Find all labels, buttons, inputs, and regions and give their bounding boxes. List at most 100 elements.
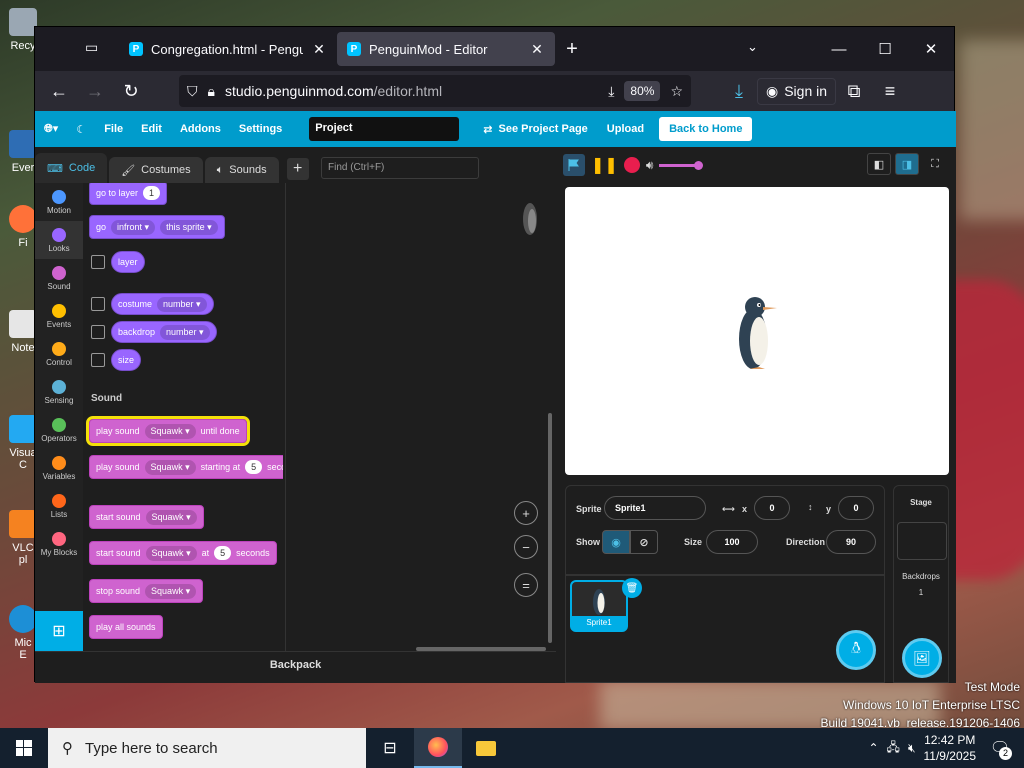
category-operators[interactable]: Operators: [35, 411, 83, 449]
size-input[interactable]: 100: [706, 530, 758, 554]
tab-costumes[interactable]: 🖌︎ Costumes: [109, 157, 203, 183]
zoom-out-icon[interactable]: −: [514, 535, 538, 559]
volume-slider[interactable]: [659, 160, 704, 170]
backpack-bar[interactable]: Backpack: [35, 651, 556, 683]
menu-icon[interactable]: ≡: [872, 75, 908, 107]
layer-checkbox[interactable]: [91, 255, 105, 269]
stop-icon[interactable]: [623, 157, 640, 173]
task-view-icon[interactable]: ⊟: [366, 728, 414, 768]
menu-settings[interactable]: Settings: [230, 123, 291, 135]
y-input[interactable]: 0: [838, 496, 874, 520]
block-play-sound-starting-at[interactable]: play sound Squawk ▾ starting at 5 seco: [89, 455, 283, 479]
forward-icon[interactable]: →: [77, 75, 113, 107]
block-start-sound-at-seconds[interactable]: start sound Squawk ▾ at 5 seconds: [89, 541, 277, 565]
category-sound[interactable]: Sound: [35, 259, 83, 297]
direction-input[interactable]: 90: [826, 530, 876, 554]
add-sprite-button[interactable]: 🐧︎: [836, 630, 876, 670]
small-stage-icon[interactable]: ◧: [867, 153, 891, 175]
tab-sounds[interactable]: 🔈︎ Sounds: [204, 157, 279, 183]
large-stage-icon[interactable]: ◨: [895, 153, 919, 175]
menu-addons[interactable]: Addons: [171, 123, 230, 135]
volume-muted-icon[interactable]: 🔇︎: [908, 741, 916, 756]
find-input[interactable]: Find (Ctrl+F): [321, 157, 479, 179]
size-checkbox[interactable]: [91, 353, 105, 367]
stage-canvas[interactable]: [565, 187, 949, 475]
block-layer-reporter[interactable]: layer: [111, 251, 145, 273]
back-to-home-button[interactable]: Back to Home: [659, 117, 753, 141]
workspace-vertical-scrollbar[interactable]: [548, 413, 552, 643]
zoom-reset-icon[interactable]: =: [514, 573, 538, 597]
extensions-icon[interactable]: ⧉: [836, 75, 872, 107]
category-events[interactable]: Events: [35, 297, 83, 335]
close-window-icon[interactable]: ✕: [908, 27, 954, 71]
taskbar-search[interactable]: ⚲ Type here to search: [48, 728, 366, 768]
add-tab-button[interactable]: +: [286, 158, 309, 180]
upload-button[interactable]: Upload: [598, 123, 653, 135]
scripts-workspace[interactable]: + − =: [285, 183, 556, 653]
category-sensing[interactable]: Sensing: [35, 373, 83, 411]
block-stop-sound[interactable]: stop sound Squawk ▾: [89, 579, 204, 603]
category-my-blocks[interactable]: My Blocks: [35, 525, 83, 563]
chevron-up-icon[interactable]: ⌃: [868, 741, 878, 755]
menu-edit[interactable]: Edit: [132, 123, 171, 135]
zoom-level[interactable]: 80%: [624, 81, 661, 101]
notifications-icon[interactable]: 🗨︎2: [984, 732, 1016, 764]
page-action-icon[interactable]: ⤓: [608, 83, 614, 100]
firefox-taskbar-icon[interactable]: [414, 728, 462, 768]
show-hidden-icon[interactable]: ⊘: [630, 530, 658, 554]
see-project-page-button[interactable]: ⇄ See Project Page: [483, 123, 588, 136]
block-backdrop-reporter[interactable]: backdrop number ▾: [111, 321, 217, 343]
backdrop-checkbox[interactable]: [91, 325, 105, 339]
add-backdrop-button[interactable]: 🖼︎: [902, 638, 942, 678]
sign-in-button[interactable]: ◉ Sign in: [757, 77, 837, 105]
list-all-tabs-icon[interactable]: ⌄: [747, 39, 758, 55]
sprite-tile-sprite1[interactable]: Sprite1 🗑︎: [570, 578, 642, 632]
stage-target-panel[interactable]: Stage Backdrops 1 🖼︎: [893, 485, 949, 683]
tab-penguinmod-editor[interactable]: P PenguinMod - Editor ✕: [337, 32, 555, 66]
volume-icon[interactable]: 🔊︎: [646, 158, 654, 173]
show-visible-icon[interactable]: ◉: [602, 530, 630, 554]
penguin-sprite[interactable]: [735, 295, 779, 371]
category-looks[interactable]: Looks: [35, 221, 83, 259]
menu-file[interactable]: File: [95, 123, 132, 135]
tab-code[interactable]: ⌨︎ Code: [35, 153, 108, 183]
block-play-all-sounds[interactable]: play all sounds: [89, 615, 163, 639]
stage-thumbnail[interactable]: [897, 522, 947, 560]
minimize-icon[interactable]: —: [816, 27, 862, 71]
close-tab-icon[interactable]: ✕: [529, 41, 545, 58]
add-extension-button[interactable]: ⊞: [35, 611, 83, 653]
reload-icon[interactable]: ↻: [113, 75, 149, 107]
category-lists[interactable]: Lists: [35, 487, 83, 525]
block-size-reporter[interactable]: size: [111, 349, 142, 371]
network-icon[interactable]: 🖧︎: [887, 738, 900, 759]
block-go-to-layer[interactable]: go to layer 1: [89, 183, 168, 205]
language-icon[interactable]: 🌐︎▾: [35, 122, 67, 136]
fullscreen-icon[interactable]: ⛶: [923, 153, 947, 175]
url-bar[interactable]: ⛉ 🔒︎ studio.penguinmod.com/editor.html ⤓…: [179, 75, 691, 107]
block-play-sound-until-done[interactable]: play sound Squawk ▾ until done: [86, 416, 250, 446]
clock[interactable]: 12:42 PM 11/9/2025: [924, 732, 977, 764]
x-input[interactable]: 0: [754, 496, 790, 520]
sprite-name-input[interactable]: Sprite1: [604, 496, 706, 520]
downloads-icon[interactable]: ⤓: [721, 75, 757, 107]
tab-manager-icon[interactable]: ▭: [85, 39, 105, 59]
category-variables[interactable]: Variables: [35, 449, 83, 487]
pause-icon[interactable]: ❚❚: [591, 155, 618, 175]
start-button[interactable]: [0, 728, 48, 768]
block-start-sound[interactable]: start sound Squawk ▾: [89, 505, 204, 529]
category-control[interactable]: Control: [35, 335, 83, 373]
bookmark-star-icon[interactable]: ☆: [670, 83, 683, 100]
project-title-input[interactable]: Project: [309, 117, 460, 141]
tab-congregation[interactable]: P Congregation.html - PenguinMod ✕: [119, 32, 337, 66]
zoom-in-icon[interactable]: +: [514, 501, 538, 525]
maximize-icon[interactable]: ☐: [862, 27, 908, 71]
delete-sprite-icon[interactable]: 🗑︎: [622, 578, 642, 598]
file-explorer-icon[interactable]: [462, 728, 510, 768]
theme-moon-icon[interactable]: ☾: [67, 123, 95, 136]
lock-icon[interactable]: 🔒︎: [208, 83, 215, 100]
green-flag-icon[interactable]: [563, 154, 585, 176]
category-motion[interactable]: Motion: [35, 183, 83, 221]
back-icon[interactable]: ←: [41, 75, 77, 107]
new-tab-button[interactable]: +: [555, 38, 589, 61]
close-tab-icon[interactable]: ✕: [311, 41, 327, 58]
